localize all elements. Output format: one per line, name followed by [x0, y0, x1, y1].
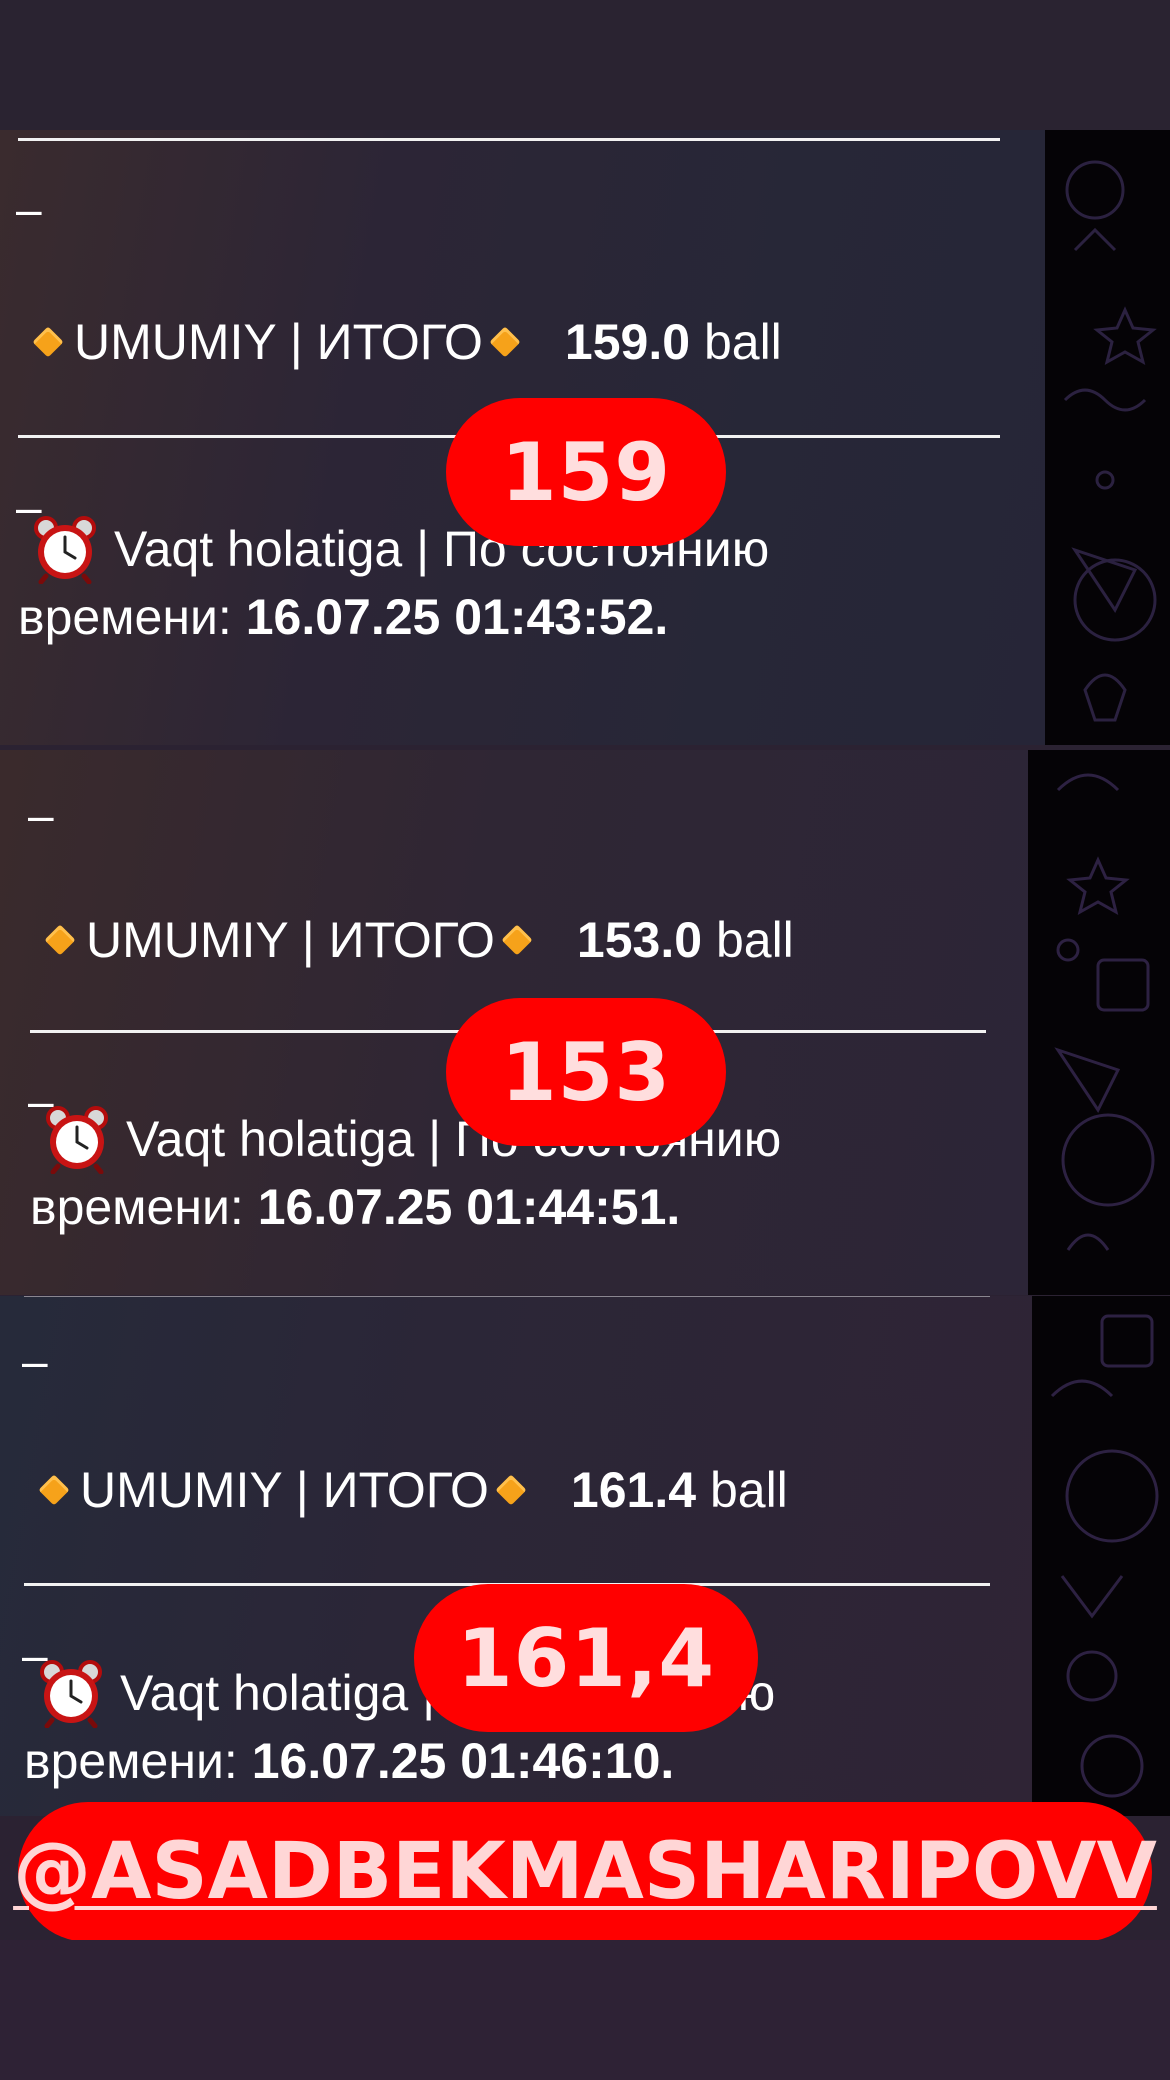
score-unit: ball — [703, 314, 782, 370]
total-score: 161.4 — [570, 1462, 697, 1518]
time-prefix: времени: — [30, 1179, 244, 1235]
total-label: UMUMIY | ИТОГО — [80, 1462, 489, 1518]
dash-mark: – — [16, 183, 42, 235]
total-line: UMUMIY | ИТОГО 159.0 ball — [26, 312, 782, 372]
total-score: 153.0 — [576, 912, 703, 968]
score-unit: ball — [715, 912, 794, 968]
username-handle[interactable]: @ASADBEKMASHARIPOVV — [13, 1827, 1157, 1917]
score-overlay-159: 159 — [446, 398, 726, 546]
total-label: UMUMIY | ИТОГО — [86, 912, 495, 968]
orange-diamond-icon — [42, 922, 78, 958]
orange-diamond-icon — [30, 324, 66, 360]
time-value-line: времени: 16.07.25 01:46:10. — [24, 1731, 674, 1791]
timestamp: 16.07.25 01:46:10. — [251, 1733, 675, 1789]
message-crop-3: – UMUMIY | ИТОГО 161.4 ball – Vaqt holat… — [0, 1296, 1170, 1816]
orange-diamond-icon — [499, 922, 535, 958]
doodle-pattern — [1054, 773, 1155, 1251]
chat-wallpaper — [1032, 1296, 1170, 1816]
alarm-clock-icon — [34, 516, 96, 584]
chat-wallpaper — [1045, 130, 1170, 745]
score-overlay-161-4: 161,4 — [414, 1584, 758, 1732]
total-label: UMUMIY | ИТОГО — [74, 314, 483, 370]
separator-line — [18, 138, 1000, 141]
total-line: UMUMIY | ИТОГО 153.0 ball — [38, 910, 794, 970]
separator-line — [24, 1296, 990, 1297]
time-value-line: времени: 16.07.25 01:44:51. — [30, 1177, 680, 1237]
alarm-clock-icon — [46, 1106, 108, 1174]
doodle-pattern — [1063, 160, 1157, 722]
score-overlay-153: 153 — [446, 998, 726, 1146]
orange-diamond-icon — [493, 1472, 529, 1508]
total-score: 159.0 — [564, 314, 691, 370]
score-unit: ball — [709, 1462, 788, 1518]
alarm-clock-icon — [40, 1660, 102, 1728]
orange-diamond-icon — [487, 324, 523, 360]
top-band — [0, 0, 1170, 130]
time-prefix: времени: — [24, 1733, 238, 1789]
timestamp: 16.07.25 01:44:51. — [257, 1179, 681, 1235]
bottom-band — [0, 1940, 1170, 2080]
total-line: UMUMIY | ИТОГО 161.4 ball — [32, 1460, 788, 1520]
chat-wallpaper — [1028, 750, 1170, 1295]
dash-mark: – — [22, 1335, 48, 1387]
timestamp: 16.07.25 01:43:52. — [245, 589, 669, 645]
dash-mark: – — [28, 789, 54, 841]
time-prefix: времени: — [18, 589, 232, 645]
orange-diamond-icon — [36, 1472, 72, 1508]
username-handle-banner[interactable]: @ASADBEKMASHARIPOVV — [13, 1802, 1157, 1942]
doodle-pattern — [1050, 1314, 1159, 1798]
time-value-line: времени: 16.07.25 01:43:52. — [18, 587, 668, 647]
